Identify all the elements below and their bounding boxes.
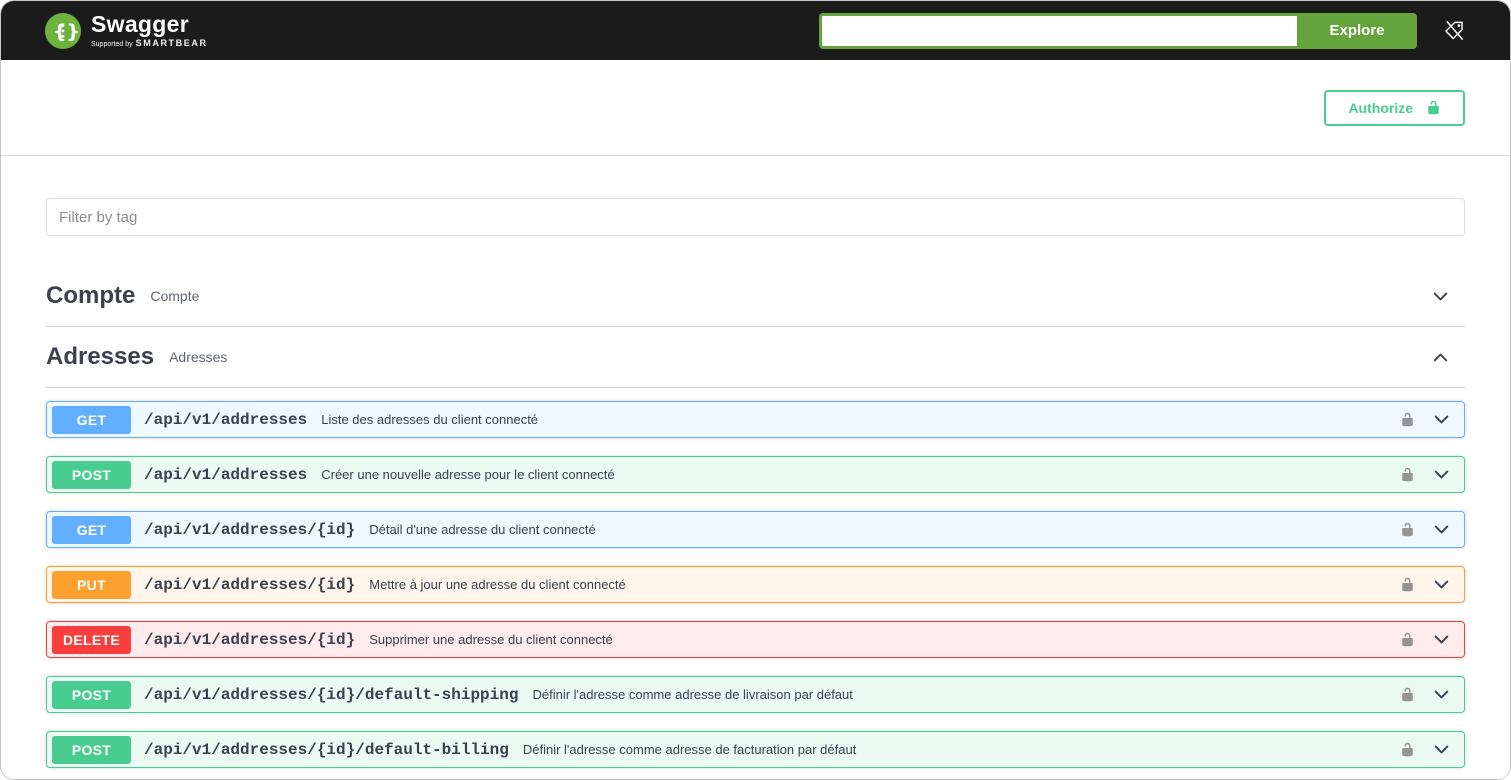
operation-row[interactable]: PUT /api/v1/addresses/{id} Mettre à jour… — [46, 566, 1465, 603]
section-header[interactable]: Adresses Adresses — [46, 327, 1465, 388]
sections-container: Compte Compte Adresses Adresses GET /api… — [46, 266, 1465, 768]
operation-controls — [1400, 409, 1452, 430]
topbar: { } Swagger Supported by SMARTBEAR Explo… — [1, 1, 1510, 60]
brand-text: Swagger Supported by SMARTBEAR — [91, 13, 208, 48]
operation-controls — [1400, 684, 1452, 705]
padlock-icon[interactable] — [1400, 467, 1415, 482]
operation-info: DELETE /api/v1/addresses/{id} Supprimer … — [52, 626, 613, 654]
chevron-down-icon[interactable] — [1431, 464, 1452, 485]
chevron-down-icon[interactable] — [1431, 684, 1452, 705]
section-titles: Adresses Adresses — [46, 343, 227, 371]
method-badge: POST — [52, 681, 131, 709]
brand-subtitle: Supported by SMARTBEAR — [91, 39, 208, 48]
padlock-icon[interactable] — [1400, 412, 1415, 427]
tag-section: Adresses Adresses GET /api/v1/addresses … — [46, 327, 1465, 768]
method-badge: GET — [52, 516, 131, 544]
section-title: Compte — [46, 282, 135, 310]
operation-summary: Définir l'adresse comme adresse de livra… — [532, 687, 852, 702]
operation-info: GET /api/v1/addresses/{id} Détail d'une … — [52, 516, 596, 544]
operation-info: POST /api/v1/addresses/{id}/default-bill… — [52, 736, 856, 764]
filter-input[interactable] — [46, 198, 1465, 236]
url-input-group: Explore — [819, 13, 1417, 49]
authorize-label: Authorize — [1348, 100, 1413, 116]
operation-path: /api/v1/addresses/{id} — [144, 576, 355, 594]
swagger-logo-icon: { } — [44, 12, 82, 50]
padlock-icon[interactable] — [1400, 522, 1415, 537]
operation-controls — [1400, 574, 1452, 595]
operation-summary: Créer une nouvelle adresse pour le clien… — [321, 467, 614, 482]
operation-row[interactable]: POST /api/v1/addresses/{id}/default-ship… — [46, 676, 1465, 713]
operation-row[interactable]: DELETE /api/v1/addresses/{id} Supprimer … — [46, 621, 1465, 658]
padlock-icon[interactable] — [1400, 742, 1415, 757]
chevron-down-icon[interactable] — [1431, 629, 1452, 650]
operation-path: /api/v1/addresses/{id}/default-shipping — [144, 686, 518, 704]
operation-info: POST /api/v1/addresses/{id}/default-ship… — [52, 681, 853, 709]
chevron-down-icon[interactable] — [1431, 409, 1452, 430]
swagger-brand-link[interactable]: { } Swagger Supported by SMARTBEAR — [44, 12, 208, 50]
operation-row[interactable]: GET /api/v1/addresses Liste des adresses… — [46, 401, 1465, 438]
method-badge: PUT — [52, 571, 131, 599]
section-header[interactable]: Compte Compte — [46, 266, 1465, 327]
operation-info: PUT /api/v1/addresses/{id} Mettre à jour… — [52, 571, 626, 599]
operation-path: /api/v1/addresses/{id} — [144, 631, 355, 649]
operation-row[interactable]: POST /api/v1/addresses Créer une nouvell… — [46, 456, 1465, 493]
supported-by-label: Supported by — [91, 41, 133, 48]
operation-summary: Détail d'une adresse du client connecté — [369, 522, 596, 537]
svg-text:}: } — [66, 20, 80, 42]
operation-summary: Liste des adresses du client connecté — [321, 412, 538, 427]
svg-text:{: { — [53, 20, 67, 42]
operation-path: /api/v1/addresses/{id}/default-billing — [144, 741, 509, 759]
chevron-down-icon[interactable] — [1430, 286, 1451, 307]
authorize-button[interactable]: Authorize — [1324, 90, 1465, 126]
chevron-down-icon[interactable] — [1430, 347, 1451, 368]
chevron-down-icon[interactable] — [1431, 519, 1452, 540]
unlock-icon — [1426, 100, 1441, 115]
operation-controls — [1400, 629, 1452, 650]
chevron-down-icon[interactable] — [1431, 574, 1452, 595]
section-description: Adresses — [169, 349, 227, 365]
method-badge: POST — [52, 461, 131, 489]
method-badge: DELETE — [52, 626, 131, 654]
topbar-right: Explore — [819, 13, 1466, 49]
padlock-icon[interactable] — [1400, 632, 1415, 647]
section-description: Compte — [150, 288, 199, 304]
section-titles: Compte Compte — [46, 282, 199, 310]
operation-controls — [1400, 739, 1452, 760]
tag-off-icon[interactable] — [1443, 19, 1466, 42]
section-title: Adresses — [46, 343, 154, 371]
operation-info: GET /api/v1/addresses Liste des adresses… — [52, 406, 538, 434]
operation-info: POST /api/v1/addresses Créer une nouvell… — [52, 461, 615, 489]
brand-name: Swagger — [91, 13, 208, 36]
operation-controls — [1400, 519, 1452, 540]
operations-list: GET /api/v1/addresses Liste des adresses… — [46, 388, 1465, 768]
operations-area: Compte Compte Adresses Adresses GET /api… — [1, 156, 1510, 779]
explore-button[interactable]: Explore — [1297, 13, 1417, 49]
padlock-icon[interactable] — [1400, 687, 1415, 702]
tag-section: Compte Compte — [46, 266, 1465, 327]
scheme-container: Authorize — [1, 60, 1510, 156]
swagger-ui-page: { } Swagger Supported by SMARTBEAR Explo… — [0, 0, 1511, 780]
smartbear-label: SMARTBEAR — [136, 39, 208, 48]
operation-path: /api/v1/addresses/{id} — [144, 521, 355, 539]
operation-summary: Supprimer une adresse du client connecté — [369, 632, 613, 647]
spec-url-input[interactable] — [819, 13, 1297, 49]
method-badge: POST — [52, 736, 131, 764]
chevron-down-icon[interactable] — [1431, 739, 1452, 760]
operation-summary: Définir l'adresse comme adresse de factu… — [523, 742, 856, 757]
operation-path: /api/v1/addresses — [144, 411, 307, 429]
padlock-icon[interactable] — [1400, 577, 1415, 592]
operation-row[interactable]: POST /api/v1/addresses/{id}/default-bill… — [46, 731, 1465, 768]
operation-summary: Mettre à jour une adresse du client conn… — [369, 577, 626, 592]
operation-path: /api/v1/addresses — [144, 466, 307, 484]
operation-controls — [1400, 464, 1452, 485]
operation-row[interactable]: GET /api/v1/addresses/{id} Détail d'une … — [46, 511, 1465, 548]
method-badge: GET — [52, 406, 131, 434]
